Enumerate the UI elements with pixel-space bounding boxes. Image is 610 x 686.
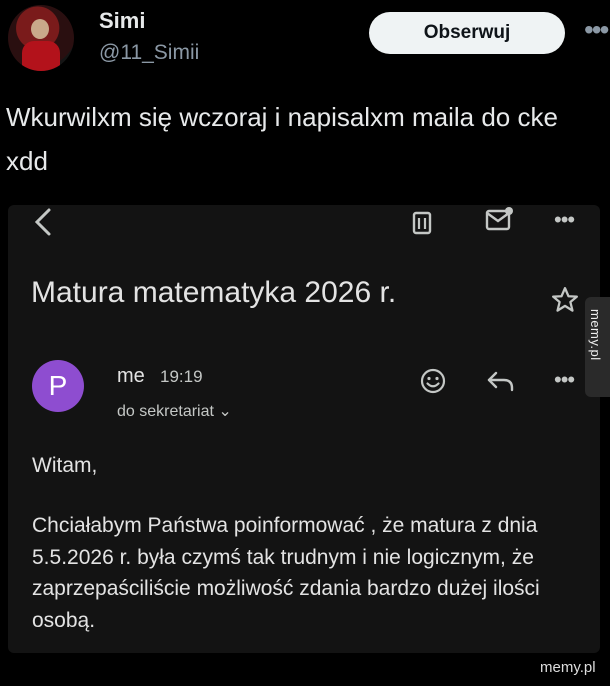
reply-icon[interactable] [486,368,516,394]
bottom-watermark: memy.pl [540,659,596,676]
email-time: 19:19 [160,367,203,386]
mark-unread-icon[interactable] [484,205,514,233]
avatar-shirt [22,41,60,71]
email-body: Chciałabym Państwa poinformować , że mat… [32,514,540,632]
avatar-head [31,19,49,39]
author-name[interactable]: Simi [99,8,145,34]
more-icon[interactable]: ••• [554,207,575,233]
star-icon[interactable] [550,285,580,315]
side-watermark-text: memy.pl [588,309,603,361]
message-more-icon[interactable]: ••• [554,367,575,393]
email-subject: Matura matematyka 2026 r. [31,276,397,309]
emoji-icon[interactable] [418,366,448,396]
author-avatar[interactable] [8,5,74,71]
trash-icon[interactable] [411,207,433,235]
email-greeting: Witam, [32,454,98,477]
side-watermark: memy.pl [585,297,610,397]
sender-name: me [117,365,145,387]
tweet-text: Wkurwilxm się wczoraj i napisalxm maila … [6,102,558,176]
sender-avatar[interactable]: P [32,360,84,412]
email-screenshot: ••• Matura matematyka 2026 r. P me 19:19… [8,205,600,653]
back-icon[interactable] [32,205,54,239]
author-handle[interactable]: @11_Simii [99,41,199,65]
follow-button[interactable]: Obserwuj [369,12,565,54]
recipient-details[interactable]: do sekretariat ⌄ [117,401,232,421]
tweet-more-icon[interactable]: ••• [584,14,609,46]
